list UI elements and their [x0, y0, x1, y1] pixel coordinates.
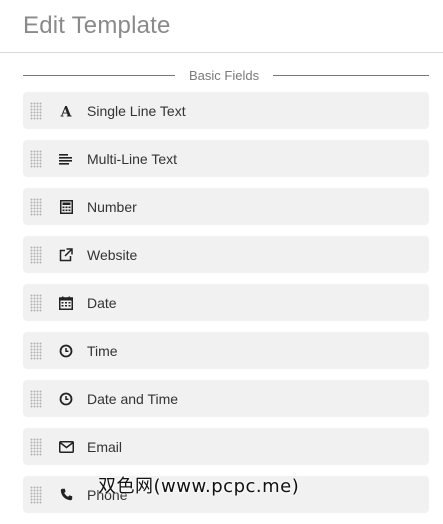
drag-handle-icon[interactable] [30, 485, 42, 504]
basic-fields-section: Basic Fields A Single Line Text Multi-Li… [23, 65, 429, 524]
drag-handle-icon[interactable] [30, 197, 42, 216]
field-label: Date and Time [87, 390, 179, 407]
field-item-email[interactable]: Email [23, 428, 429, 465]
drag-handle-icon[interactable] [30, 293, 42, 312]
clock-icon [58, 343, 74, 359]
divider-line [23, 74, 175, 76]
section-label: Basic Fields [189, 67, 260, 83]
drag-handle-icon[interactable] [30, 341, 42, 360]
field-item-number[interactable]: Number [23, 188, 429, 225]
calendar-icon [58, 295, 74, 311]
watermark-text: 双色网(www.pcpc.me) [98, 476, 300, 497]
drag-handle-icon[interactable] [30, 437, 42, 456]
drag-handle-icon[interactable] [30, 389, 42, 408]
font-letter-a-icon: A [58, 103, 74, 119]
phone-icon [58, 487, 74, 503]
drag-handle-icon[interactable] [30, 245, 42, 264]
field-label: Website [87, 246, 138, 263]
clock-icon [58, 391, 74, 407]
field-label: Multi-Line Text [87, 150, 178, 167]
field-label: Email [87, 438, 123, 455]
field-item-date-and-time[interactable]: Date and Time [23, 380, 429, 417]
svg-text:A: A [60, 104, 73, 118]
divider-line [273, 74, 429, 76]
envelope-icon [58, 439, 74, 455]
field-item-multi-line-text[interactable]: Multi-Line Text [23, 140, 429, 177]
field-item-date[interactable]: Date [23, 284, 429, 321]
field-label: Date [87, 294, 117, 311]
field-label: Number [87, 198, 137, 215]
field-label: Single Line Text [87, 102, 186, 119]
field-item-time[interactable]: Time [23, 332, 429, 369]
page-title: Edit Template [23, 12, 171, 39]
drag-handle-icon[interactable] [30, 101, 42, 120]
external-link-icon [58, 247, 74, 263]
field-label: Time [87, 342, 118, 359]
field-item-single-line-text[interactable]: A Single Line Text [23, 92, 429, 129]
page-header: Edit Template [0, 0, 443, 53]
field-list: A Single Line Text Multi-Line Text Numbe… [23, 92, 429, 513]
align-left-lines-icon [58, 151, 74, 167]
calculator-icon [58, 199, 74, 215]
section-divider: Basic Fields [23, 65, 429, 85]
field-item-website[interactable]: Website [23, 236, 429, 273]
drag-handle-icon[interactable] [30, 149, 42, 168]
